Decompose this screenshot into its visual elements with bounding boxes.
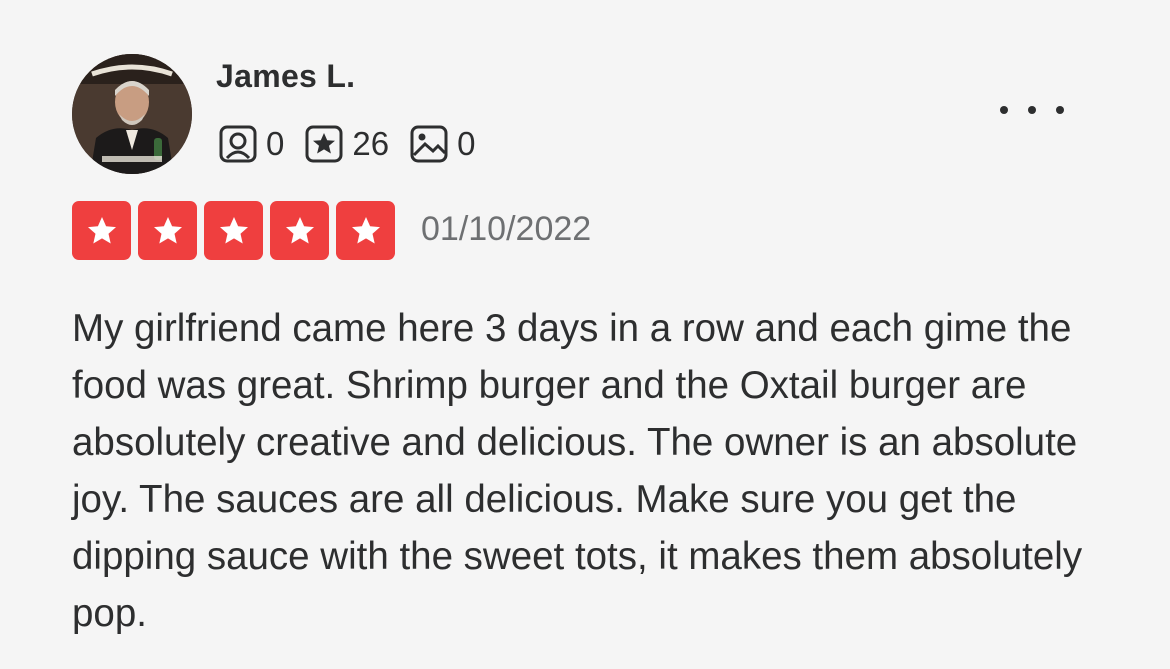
star-icon (219, 216, 248, 243)
rating-star (204, 201, 263, 260)
reviews-star-icon (305, 125, 343, 163)
more-dot (1000, 106, 1008, 114)
reviews-count: 26 (352, 125, 390, 162)
star-icon (153, 216, 182, 243)
more-dot (1028, 106, 1036, 114)
rating-star (138, 201, 197, 260)
reviews-stat: 26 (304, 124, 389, 164)
user-avatar[interactable] (72, 54, 192, 174)
photos-icon (410, 125, 448, 163)
friends-stat: 0 (218, 124, 284, 164)
star-icon (87, 216, 116, 243)
friends-icon (219, 125, 257, 163)
star-rating (72, 201, 402, 260)
author-stats: 0 26 0 (218, 124, 495, 164)
more-dot (1056, 106, 1064, 114)
friends-count: 0 (266, 125, 285, 162)
photos-stat: 0 (409, 124, 475, 164)
review-text: My girlfriend came here 3 days in a row … (72, 307, 1083, 635)
rating-star (270, 201, 329, 260)
star-icon (285, 216, 314, 243)
rating-star (336, 201, 395, 260)
avatar-photo-icon (72, 54, 192, 174)
star-icon (351, 216, 380, 243)
review-date: 01/10/2022 (421, 210, 592, 248)
more-options-button[interactable] (1000, 92, 1064, 128)
rating-star (72, 201, 131, 260)
photos-count: 0 (457, 125, 476, 162)
author-name[interactable]: James L. (216, 58, 355, 95)
